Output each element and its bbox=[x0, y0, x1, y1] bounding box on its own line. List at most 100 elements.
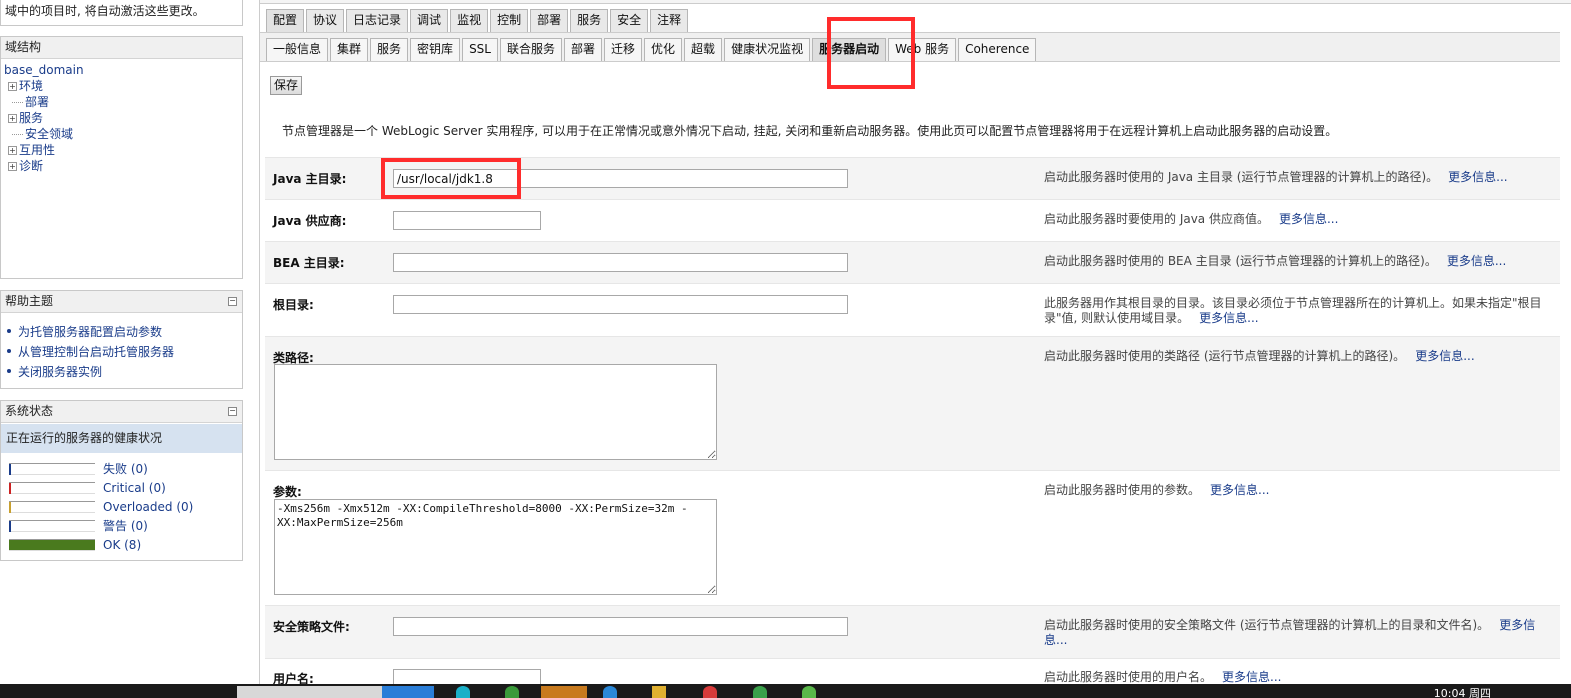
sub-tab[interactable]: 一般信息 bbox=[266, 38, 329, 61]
tree-item-deployments[interactable]: 部署 bbox=[4, 94, 239, 110]
help-topic-label[interactable]: 关闭服务器实例 bbox=[18, 363, 102, 380]
row-root-directory: 根目录: 此服务器用作其根目录的目录。该目录必须位于节点管理器所在的计算机上。如… bbox=[265, 283, 1560, 336]
help-topic-label[interactable]: 为托管服务器配置启动参数 bbox=[18, 323, 162, 340]
sub-tab[interactable]: 密钥库 bbox=[410, 38, 461, 61]
status-bar bbox=[9, 538, 95, 551]
row-bea-home: BEA 主目录: 启动此服务器时使用的 BEA 主目录 (运行节点管理器的计算机… bbox=[265, 241, 1560, 283]
status-label-link[interactable]: Critical (0) bbox=[103, 481, 166, 495]
status-label-link[interactable]: 失败 (0) bbox=[103, 460, 148, 477]
bullet-icon bbox=[7, 369, 11, 373]
security-policy-desc: 启动此服务器时使用的安全策略文件 (运行节点管理器的计算机上的目录和文件名)。更… bbox=[1044, 618, 1544, 648]
status-label-link[interactable]: Overloaded (0) bbox=[103, 500, 193, 514]
sub-tab[interactable]: 联合服务 bbox=[499, 38, 562, 61]
username-desc: 启动此服务器时使用的用户名。 更多信息... bbox=[1044, 670, 1544, 685]
taskbar-app-icon[interactable] bbox=[703, 686, 717, 698]
bea-home-desc-text: 启动此服务器时使用的 BEA 主目录 (运行节点管理器的计算机上的路径)。 bbox=[1044, 254, 1437, 268]
expand-icon[interactable]: + bbox=[8, 113, 17, 123]
change-center-panel: 域中的项目时, 将自动激活这些更改。 bbox=[0, 0, 243, 26]
java-home-desc-text: 启动此服务器时使用的 Java 主目录 (运行节点管理器的计算机上的路径)。 bbox=[1044, 170, 1439, 184]
more-info-link[interactable]: 更多信息... bbox=[1222, 670, 1281, 684]
tree-item-label[interactable]: 部署 bbox=[25, 94, 49, 110]
taskbar-app-icon[interactable] bbox=[753, 686, 767, 698]
save-button[interactable]: 保存 bbox=[270, 76, 303, 95]
tree-item-label[interactable]: 安全领域 bbox=[25, 126, 73, 142]
taskbar-app-icon[interactable] bbox=[505, 686, 519, 698]
sub-tab[interactable]: 健康状况监视 bbox=[724, 38, 811, 61]
system-status-subtitle: 正在运行的服务器的健康状况 bbox=[1, 424, 242, 453]
more-info-link[interactable]: 更多信息... bbox=[1279, 212, 1338, 226]
more-info-link[interactable]: 更多信息... bbox=[1415, 349, 1474, 363]
tree-item-label[interactable]: 诊断 bbox=[19, 158, 43, 174]
main-tab[interactable]: 服务 bbox=[570, 9, 609, 32]
more-info-link[interactable]: 更多信息... bbox=[1447, 254, 1506, 268]
bea-home-input[interactable] bbox=[393, 253, 848, 272]
sub-tab[interactable]: 优化 bbox=[644, 38, 683, 61]
main-tab[interactable]: 安全 bbox=[610, 9, 649, 32]
root-directory-input[interactable] bbox=[393, 295, 848, 314]
status-bar bbox=[9, 500, 95, 513]
sub-tabs: 一般信息 集群 服务 密钥库 SSL 联合服务 部署 迁移 优化 超载 健康状况监视 服务器启动 Web… bbox=[266, 38, 1038, 61]
sub-tab[interactable]: 服务 bbox=[370, 38, 409, 61]
help-topic-link[interactable]: 从管理控制台启动托管服务器 bbox=[7, 341, 242, 361]
arguments-desc: 启动此服务器时使用的参数。 更多信息... bbox=[1044, 483, 1544, 498]
tree-root-base-domain[interactable]: base_domain bbox=[4, 62, 239, 78]
root-directory-desc-text: 此服务器用作其根目录的目录。该目录必须位于节点管理器所在的计算机上。如果未指定"… bbox=[1044, 296, 1542, 325]
taskbar-folder-icon[interactable] bbox=[652, 686, 666, 698]
main-tab[interactable]: 调试 bbox=[410, 9, 449, 32]
help-topic-link[interactable]: 为托管服务器配置启动参数 bbox=[7, 321, 242, 341]
tree-item-security-realms[interactable]: 安全领域 bbox=[4, 126, 239, 142]
expand-icon[interactable]: + bbox=[8, 81, 17, 91]
sub-tab[interactable]: SSL bbox=[462, 38, 498, 61]
more-info-link[interactable]: 更多信息... bbox=[1448, 170, 1507, 184]
arguments-label: 参数: bbox=[273, 485, 302, 499]
help-topics-title: 帮助主题 − bbox=[1, 291, 242, 313]
main-tab[interactable]: 日志记录 bbox=[346, 9, 409, 32]
main-tab[interactable]: 监视 bbox=[450, 9, 489, 32]
tree-item-label[interactable]: 互用性 bbox=[19, 142, 55, 158]
main-tab[interactable]: 控制 bbox=[490, 9, 529, 32]
security-policy-input[interactable] bbox=[393, 617, 848, 636]
help-topic-link[interactable]: 关闭服务器实例 bbox=[7, 361, 242, 381]
collapse-icon[interactable]: − bbox=[228, 407, 237, 416]
more-info-link[interactable]: 更多信息... bbox=[1210, 483, 1269, 497]
java-vendor-input[interactable] bbox=[393, 211, 541, 230]
tree-item-interoperability[interactable]: + 互用性 bbox=[4, 142, 239, 158]
username-desc-text: 启动此服务器时使用的用户名。 bbox=[1044, 670, 1213, 684]
security-policy-desc-text: 启动此服务器时使用的安全策略文件 (运行节点管理器的计算机上的目录和文件名)。 bbox=[1044, 618, 1490, 632]
arguments-textarea[interactable]: -Xms256m -Xmx512m -XX:CompileThreshold=8… bbox=[274, 499, 717, 595]
tree-item-label[interactable]: 环境 bbox=[19, 78, 43, 94]
bea-home-label: BEA 主目录: bbox=[273, 256, 345, 270]
expand-icon[interactable]: + bbox=[8, 145, 17, 155]
taskbar-app-icon[interactable] bbox=[456, 686, 470, 698]
bea-home-desc: 启动此服务器时使用的 BEA 主目录 (运行节点管理器的计算机上的路径)。 更多信… bbox=[1044, 254, 1544, 269]
taskbar-app-icon[interactable] bbox=[541, 686, 587, 698]
main-tab[interactable]: 协议 bbox=[306, 9, 345, 32]
class-path-textarea[interactable] bbox=[274, 364, 717, 460]
sub-tab[interactable]: 超载 bbox=[684, 38, 723, 61]
tree-item-label[interactable]: 服务 bbox=[19, 110, 43, 126]
security-policy-label: 安全策略文件: bbox=[273, 620, 350, 634]
expand-icon[interactable]: + bbox=[8, 161, 17, 171]
main-tab[interactable]: 注释 bbox=[650, 9, 689, 32]
tree-item-services[interactable]: + 服务 bbox=[4, 110, 239, 126]
help-topic-label[interactable]: 从管理控制台启动托管服务器 bbox=[18, 343, 174, 360]
sub-tab[interactable]: 部署 bbox=[564, 38, 603, 61]
sub-tab[interactable]: 集群 bbox=[330, 38, 369, 61]
tree-item-environment[interactable]: + 环境 bbox=[4, 78, 239, 94]
taskbar-window-button[interactable] bbox=[237, 686, 387, 698]
sub-tab[interactable]: 迁移 bbox=[604, 38, 643, 61]
status-bar-fill bbox=[9, 539, 95, 550]
main-tab[interactable]: 部署 bbox=[530, 9, 569, 32]
taskbar-window-button[interactable] bbox=[382, 686, 434, 698]
root-directory-label: 根目录: bbox=[273, 298, 314, 312]
status-label-link[interactable]: 警告 (0) bbox=[103, 517, 148, 534]
tree-item-diagnostics[interactable]: + 诊断 bbox=[4, 158, 239, 174]
more-info-link[interactable]: 更多信息... bbox=[1199, 311, 1258, 325]
taskbar-app-icon[interactable] bbox=[802, 686, 816, 698]
taskbar-app-icon[interactable] bbox=[603, 686, 617, 698]
sub-tab[interactable]: Coherence bbox=[958, 38, 1037, 61]
collapse-icon[interactable]: − bbox=[228, 297, 237, 306]
status-label-link[interactable]: OK (8) bbox=[103, 538, 141, 552]
row-class-path: 类路径: 启动此服务器时使用的类路径 (运行节点管理器的计算机上的路径)。 更多信… bbox=[265, 336, 1560, 470]
main-tab[interactable]: 配置 bbox=[266, 9, 305, 32]
